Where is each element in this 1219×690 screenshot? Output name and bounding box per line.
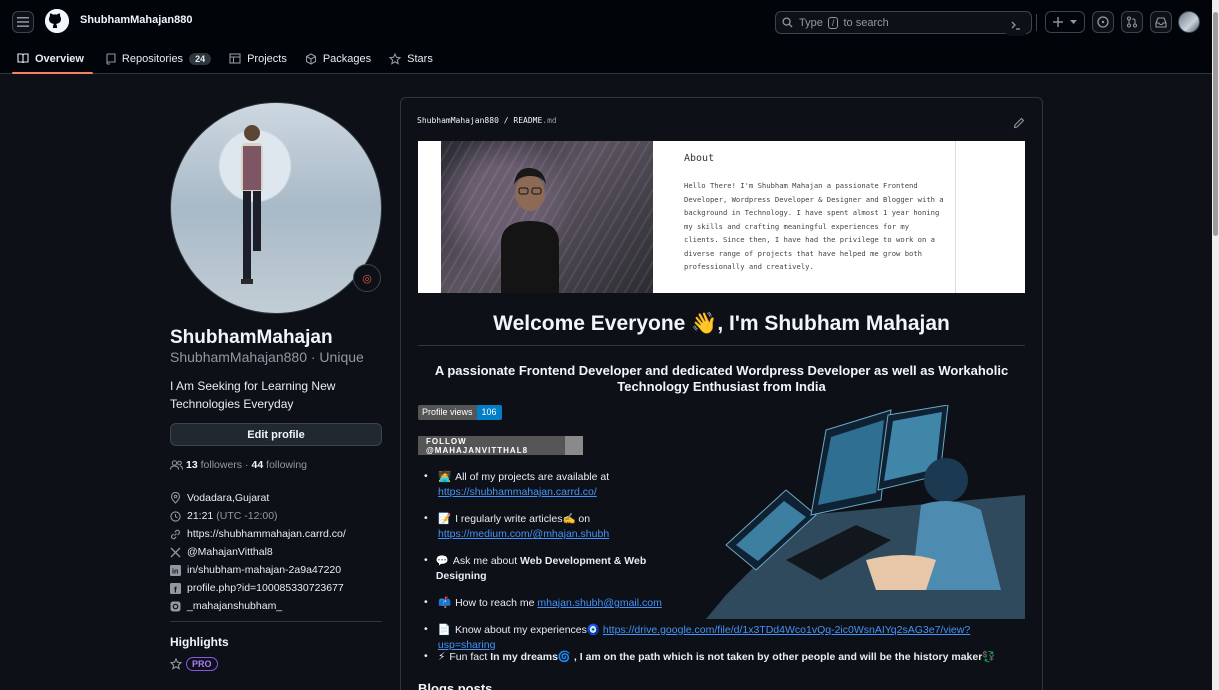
x-account-item[interactable]: @MahajanVitthal8 bbox=[170, 543, 346, 561]
x-logo-icon bbox=[170, 547, 181, 557]
profile-login: ShubhamMahajan880 · Unique bbox=[170, 349, 364, 365]
list-item: ⚡Fun fact In my dreams🌀 , I am on the pa… bbox=[424, 650, 1024, 665]
followers-link[interactable]: 13 followers bbox=[186, 459, 242, 471]
context-username[interactable]: ShubhamMahajan880 bbox=[80, 14, 192, 26]
profile-avatar[interactable] bbox=[170, 102, 382, 314]
clock-icon bbox=[170, 510, 181, 522]
header-divider bbox=[1036, 14, 1037, 31]
location-item: Vodadara,Gujarat bbox=[170, 489, 346, 507]
issues-button[interactable] bbox=[1092, 11, 1114, 33]
memo-emoji-icon: 📝 bbox=[438, 513, 452, 525]
tab-projects[interactable]: Projects bbox=[220, 44, 296, 73]
avatar-photo-figure bbox=[241, 125, 263, 284]
inbox-button[interactable] bbox=[1150, 11, 1172, 33]
banner-person-figure bbox=[501, 167, 559, 293]
highlights-heading: Highlights bbox=[170, 635, 229, 649]
triangle-down-icon bbox=[1069, 19, 1077, 24]
search-input[interactable]: Type / to search bbox=[775, 11, 1032, 36]
plus-icon bbox=[1053, 17, 1064, 27]
follow-stats: 13 followers · 44 following bbox=[170, 459, 307, 471]
tab-repositories[interactable]: Repositories 24 bbox=[97, 44, 220, 73]
target-emoji-icon: ◎ bbox=[362, 272, 372, 285]
github-logo-icon[interactable] bbox=[45, 9, 69, 33]
about-title: About bbox=[684, 153, 715, 164]
terminal-icon bbox=[1011, 21, 1020, 30]
tagline-heading: A passionate Frontend Developer and dedi… bbox=[434, 363, 1009, 394]
hamburger-icon bbox=[17, 17, 29, 27]
list-item: 📫How to reach me mhajan.shubh@gmail.com bbox=[424, 596, 664, 611]
edit-profile-button[interactable]: Edit profile bbox=[170, 423, 382, 446]
table-icon bbox=[229, 53, 241, 64]
tab-packages[interactable]: Packages bbox=[296, 44, 380, 73]
repo-icon bbox=[106, 52, 116, 65]
tab-overview[interactable]: Overview bbox=[0, 44, 93, 74]
welcome-heading: Welcome Everyone 👋, I'm Shubham Mahajan bbox=[493, 312, 950, 335]
command-palette-button[interactable] bbox=[1005, 14, 1027, 36]
following-link[interactable]: 44 following bbox=[252, 459, 307, 471]
blogs-heading: Blogs posts bbox=[418, 681, 493, 690]
lightning-emoji-icon: ⚡ bbox=[438, 651, 446, 663]
developer-illustration bbox=[666, 405, 1025, 619]
list-item: 📄Know about my experiences🧿 https://driv… bbox=[424, 623, 1024, 653]
facebook-item[interactable]: f profile.php?id=100085330723677 bbox=[170, 579, 346, 597]
pull-requests-button[interactable] bbox=[1121, 11, 1143, 33]
profile-name: ShubhamMahajan bbox=[170, 327, 333, 348]
profile-details: Vodadara,Gujarat 21:21 (UTC -12:00) http… bbox=[170, 489, 346, 615]
user-avatar-menu[interactable] bbox=[1178, 11, 1200, 33]
profile-views-badge: Profile views 106 bbox=[418, 405, 502, 420]
issue-opened-icon bbox=[1097, 16, 1109, 28]
list-item: 🧑‍💻All of my projects are available at h… bbox=[424, 470, 659, 500]
instagram-item[interactable]: _mahajanshubham_ bbox=[170, 597, 346, 615]
list-item: 💬Ask me about Web Development & Web Desi… bbox=[424, 554, 659, 584]
scrollbar-thumb[interactable] bbox=[1213, 12, 1218, 236]
speech-bubble-emoji-icon: 💬 bbox=[435, 555, 449, 567]
book-icon bbox=[17, 53, 29, 64]
package-icon bbox=[305, 52, 316, 65]
git-pull-request-icon bbox=[1127, 16, 1137, 28]
create-new-button[interactable] bbox=[1045, 11, 1085, 33]
readme-path: ShubhamMahajan880 / README.md bbox=[417, 116, 557, 125]
set-status-button[interactable]: ◎ bbox=[353, 264, 381, 292]
about-banner: About Hello There! I'm Shubham Mahajan a… bbox=[418, 141, 1025, 293]
heading-divider bbox=[418, 345, 1025, 346]
menu-button[interactable] bbox=[12, 11, 34, 33]
global-header: ShubhamMahajan880 Type / to search Overv… bbox=[0, 0, 1212, 74]
facebook-icon: f bbox=[170, 582, 181, 594]
star-icon bbox=[170, 658, 182, 670]
banner-divider bbox=[955, 141, 956, 293]
repo-count-badge: 24 bbox=[189, 52, 212, 65]
profile-bio: I Am Seeking for Learning New Technologi… bbox=[170, 379, 336, 411]
instagram-icon bbox=[170, 601, 181, 611]
tab-stars[interactable]: Stars bbox=[380, 44, 442, 73]
people-icon bbox=[170, 460, 183, 470]
pencil-icon bbox=[1013, 117, 1025, 129]
linkedin-item[interactable]: in in/shubham-mahajan-2a9a47220 bbox=[170, 561, 346, 579]
link-icon bbox=[171, 529, 180, 539]
svg-text:f: f bbox=[174, 584, 177, 594]
search-icon bbox=[782, 17, 793, 28]
sidebar-divider bbox=[170, 621, 382, 622]
website-item[interactable]: https://shubhammahajan.carrd.co/ bbox=[170, 525, 346, 543]
email-link[interactable]: mhajan.shubh@gmail.com bbox=[537, 597, 661, 609]
pro-badge[interactable]: PRO bbox=[186, 657, 218, 671]
edit-readme-button[interactable] bbox=[1013, 116, 1025, 134]
star-icon bbox=[389, 52, 402, 65]
linkedin-icon: in bbox=[170, 564, 181, 576]
medium-link[interactable]: https://medium.com/@mhajan.shubh bbox=[438, 528, 609, 540]
projects-link[interactable]: https://shubhammahajan.carrd.co/ bbox=[438, 486, 597, 498]
inbox-icon bbox=[1155, 16, 1167, 28]
about-text: Hello There! I'm Shubham Mahajan a passi… bbox=[684, 181, 944, 271]
technologist-emoji-icon: 🧑‍💻 bbox=[438, 471, 452, 483]
banner-photo bbox=[441, 141, 653, 293]
local-time-item: 21:21 (UTC -12:00) bbox=[170, 507, 346, 525]
profile-tabs: Overview Repositories 24 Projects Packag… bbox=[0, 44, 442, 74]
svg-text:in: in bbox=[172, 568, 178, 575]
search-placeholder: Type / to search bbox=[799, 16, 889, 29]
page-emoji-icon: 📄 bbox=[437, 624, 451, 636]
mailbox-emoji-icon: 📫 bbox=[438, 597, 452, 609]
list-item: 📝I regularly write articles✍️ on https:/… bbox=[424, 512, 659, 542]
follow-twitter-badge[interactable]: FOLLOW @MAHAJANVITTHAL8 bbox=[418, 436, 583, 455]
location-icon bbox=[170, 492, 181, 504]
pro-highlight: PRO bbox=[170, 657, 218, 671]
